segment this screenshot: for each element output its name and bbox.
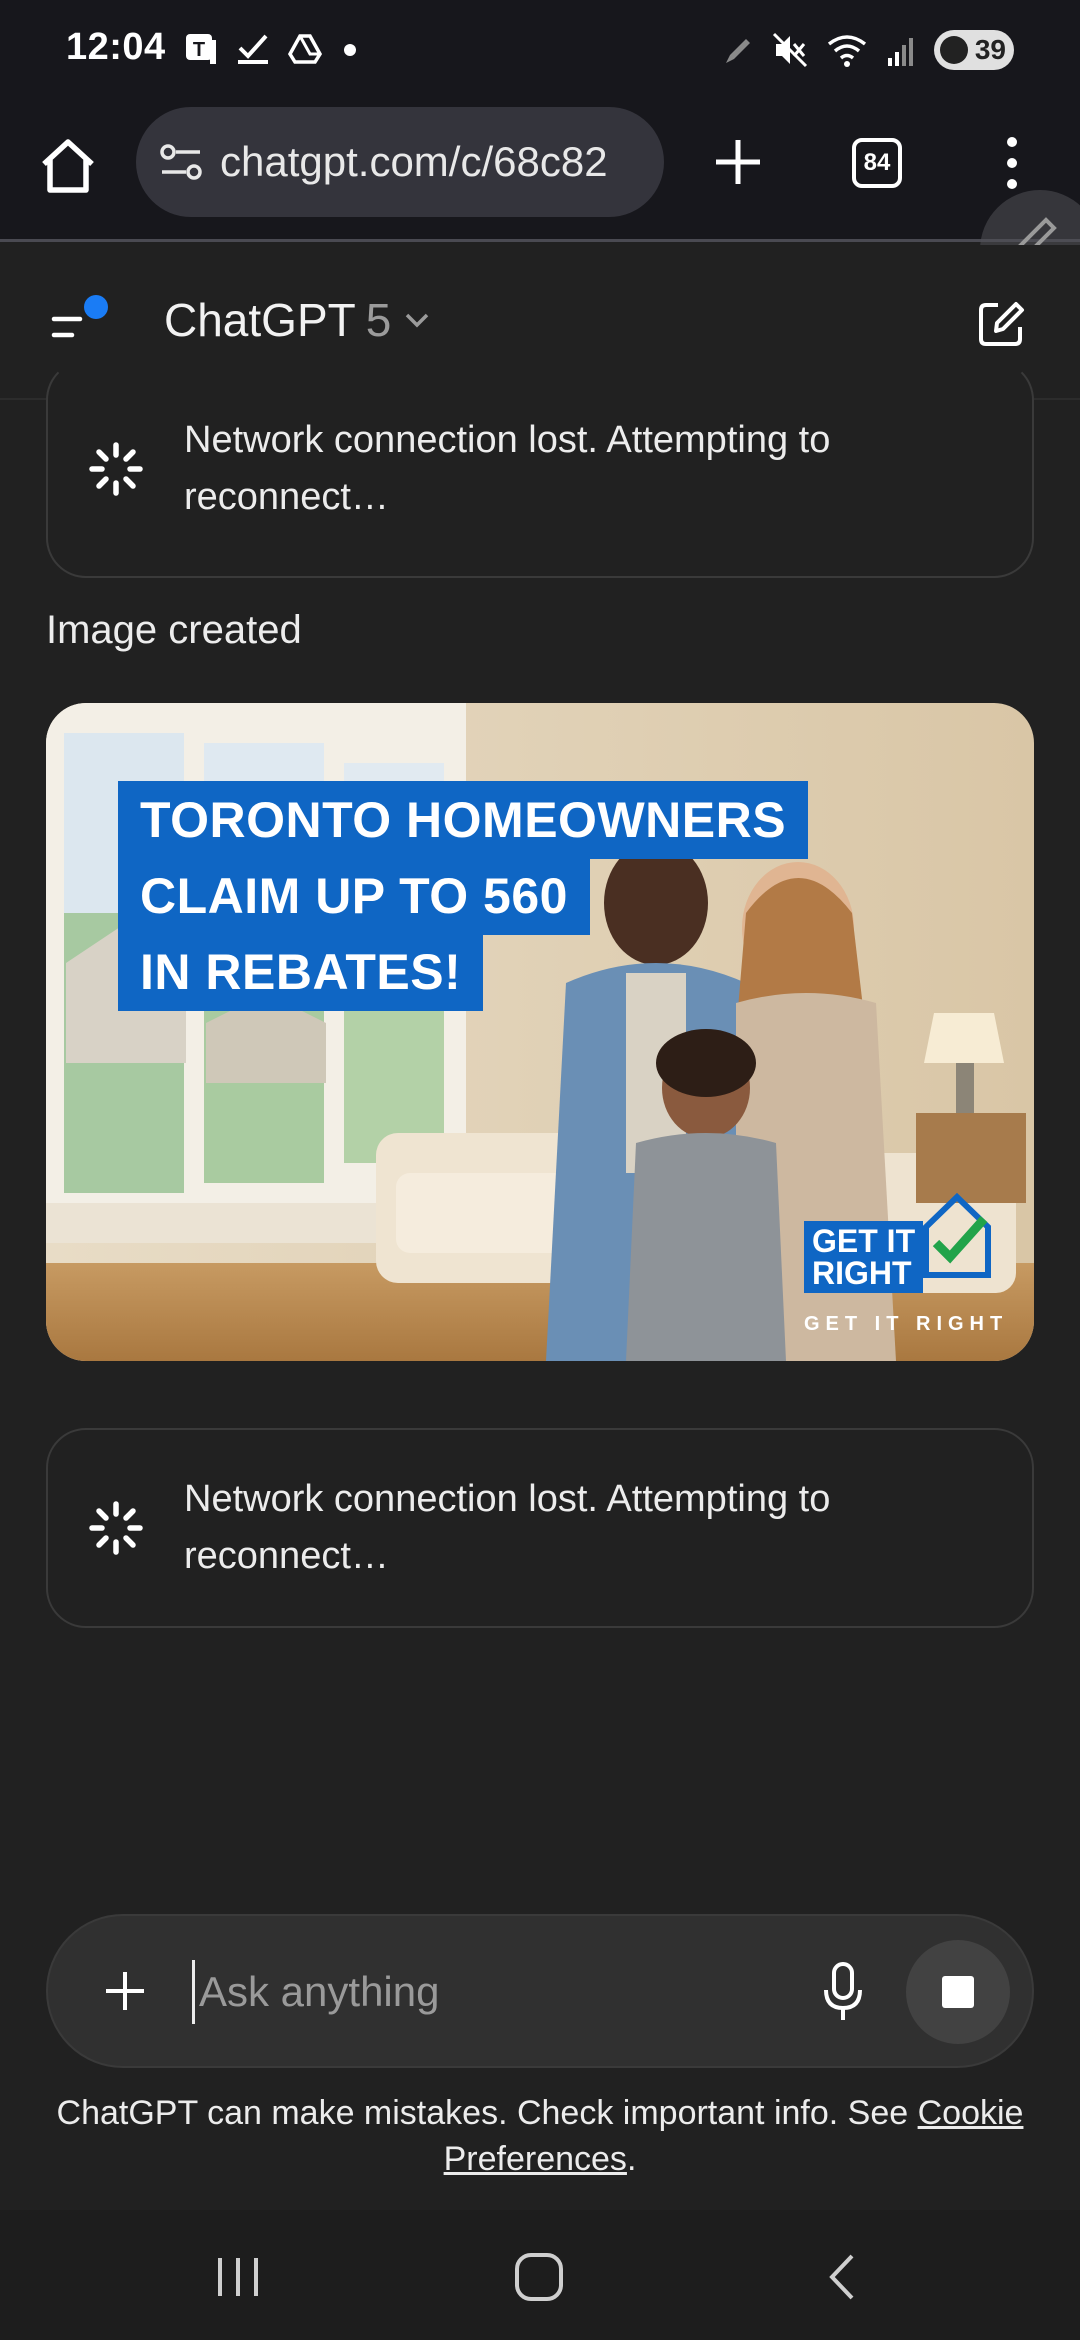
disclaimer: ChatGPT can make mistakes. Check importa… xyxy=(40,2090,1040,2182)
disclaimer-text: ChatGPT can make mistakes. Check importa… xyxy=(56,2094,918,2132)
status-time: 12:04 xyxy=(66,26,166,68)
get-it-right-logo: GET IT RIGHT GET IT RIGHT xyxy=(804,1192,1004,1341)
wifi-icon xyxy=(827,35,867,67)
svg-text:T: T xyxy=(193,39,205,61)
url-text: chatgpt.com/c/68c82 xyxy=(220,138,608,185)
headline-line-1: TORONTO HOMEOWNERS xyxy=(118,781,809,859)
network-error-card: Network connection lost. Attempting to r… xyxy=(46,1428,1034,1628)
battery-level: 39 xyxy=(974,34,1006,65)
recent-apps-icon[interactable] xyxy=(214,2254,262,2300)
prompt-input[interactable] xyxy=(192,1960,812,2024)
generated-image[interactable]: TORONTO HOMEOWNERS CLAIM UP TO 560 IN RE… xyxy=(46,703,1034,1361)
model-name: ChatGPT xyxy=(164,294,356,346)
message-composer xyxy=(46,1914,1034,2068)
t-app-icon: T xyxy=(186,34,216,64)
drive-icon xyxy=(288,34,322,64)
site-settings-icon[interactable] xyxy=(156,137,206,187)
model-version: 5 xyxy=(365,294,392,346)
chevron-down-icon xyxy=(406,313,429,328)
dot-icon xyxy=(344,44,356,56)
home-button-icon[interactable] xyxy=(512,2250,566,2304)
address-bar[interactable]: chatgpt.com/c/68c82 xyxy=(136,107,664,217)
logo-wordmark: GET IT RIGHT xyxy=(804,1221,924,1293)
network-error-card: Network connection lost. Attempting to r… xyxy=(46,360,1034,578)
loading-spinner-icon xyxy=(89,442,143,496)
back-icon[interactable] xyxy=(826,2252,858,2302)
loading-spinner-icon xyxy=(89,1501,143,1555)
mute-icon xyxy=(772,32,808,68)
microphone-icon[interactable] xyxy=(818,1960,868,2024)
signal-icon xyxy=(888,38,913,66)
battery-saver-icon xyxy=(940,36,968,64)
status-right-icons: 39 xyxy=(722,30,1014,70)
stop-generating-button[interactable] xyxy=(906,1940,1010,2044)
pen-icon xyxy=(726,39,750,63)
model-selector[interactable]: ChatGPT 5 xyxy=(164,293,433,347)
notification-dot xyxy=(84,295,108,319)
home-icon[interactable] xyxy=(36,134,100,198)
tab-switcher-button[interactable]: 84 xyxy=(852,138,902,188)
headline-line-2: CLAIM UP TO 560 xyxy=(118,857,590,935)
system-nav-bar xyxy=(0,2210,1080,2340)
attach-plus-icon[interactable] xyxy=(100,1966,150,2016)
status-left-icons: T xyxy=(184,32,360,66)
screen: 12:04 T 39 chatgpt.com/c/68c82 84 ChatGP… xyxy=(0,0,1080,2340)
browser-toolbar: chatgpt.com/c/68c82 84 xyxy=(0,100,1080,242)
network-error-text: Network connection lost. Attempting to r… xyxy=(184,419,831,518)
headline-line-3: IN REBATES! xyxy=(118,933,484,1011)
new-chat-icon[interactable] xyxy=(976,299,1026,349)
stop-icon xyxy=(942,1976,974,2008)
image-created-label: Image created xyxy=(46,608,302,652)
battery-indicator: 39 xyxy=(934,30,1014,70)
new-tab-icon[interactable] xyxy=(710,134,766,190)
more-options-icon[interactable] xyxy=(1000,134,1024,192)
disclaimer-end: . xyxy=(626,2140,637,2178)
house-check-icon xyxy=(923,1192,991,1278)
status-bar: 12:04 T 39 xyxy=(0,0,1080,100)
logo-subtitle: GET IT RIGHT xyxy=(804,1313,1009,1335)
network-error-text: Network connection lost. Attempting to r… xyxy=(184,1478,831,1577)
check-icon xyxy=(238,34,268,64)
